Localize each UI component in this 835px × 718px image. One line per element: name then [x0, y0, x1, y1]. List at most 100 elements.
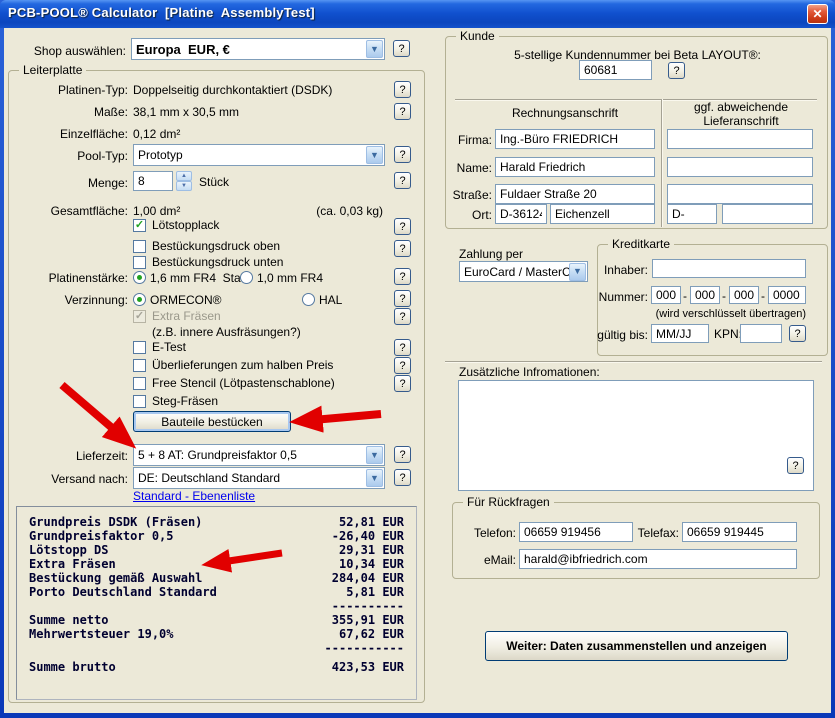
lieferzeit-select[interactable]: 5 + 8 AT: Grundpreisfaktor 0,5 ▼ [133, 444, 385, 466]
help-extra-fraesen-button[interactable]: ? [394, 308, 411, 325]
extra-fraesen-label: Extra Fräsen [152, 309, 221, 323]
kartennummer-4-input[interactable] [768, 286, 806, 304]
plz-input[interactable] [495, 204, 547, 224]
price-row: Mehrwertsteuer 19,0%67,62 EUR [29, 627, 404, 641]
price-label: Porto Deutschland Standard [29, 585, 217, 599]
firma-input[interactable] [495, 129, 655, 149]
ormecon-radio[interactable] [133, 293, 146, 306]
close-button[interactable]: ✕ [807, 4, 828, 24]
loetstopplack-checkbox[interactable]: ✓ [133, 219, 146, 232]
ebenenliste-link[interactable]: Standard - Ebenenliste [133, 489, 255, 503]
price-label: Grundpreisfaktor 0,5 [29, 529, 174, 543]
liefer-ort-input[interactable] [722, 204, 813, 224]
staerke-10-radio[interactable] [240, 271, 253, 284]
bauteile-bestuecken-button[interactable]: Bauteile bestücken [133, 411, 291, 432]
ueberlieferungen-label: Überlieferungen zum halben Preis [152, 358, 333, 372]
staerke-10-label: 1,0 mm FR4 [257, 271, 323, 285]
help-bestueckungsdruck-button[interactable]: ? [394, 240, 411, 257]
help-shop-button[interactable]: ? [393, 40, 410, 57]
weiter-button[interactable]: Weiter: Daten zusammenstellen und anzeig… [485, 631, 788, 661]
platinen-typ-value: Doppelseitig durchkontaktiert (DSDK) [133, 83, 332, 97]
kartennummer-3-input[interactable] [729, 286, 759, 304]
price-label: Grundpreis DSDK (Fräsen) [29, 515, 202, 529]
ueberlieferungen-checkbox[interactable]: ✓ [133, 359, 146, 372]
help-platinen-typ-button[interactable]: ? [394, 81, 411, 98]
price-value: -26,40 EUR [286, 529, 404, 543]
liefer-name-input[interactable] [667, 157, 813, 177]
liefer-firma-input[interactable] [667, 129, 813, 149]
zahlung-value: EuroCard / MasterCard [460, 265, 569, 279]
help-pool-typ-button[interactable]: ? [394, 146, 411, 163]
spinner-up-icon[interactable]: ▲ [176, 171, 192, 181]
staerke-16-radio[interactable] [133, 271, 146, 284]
free-stencil-checkbox[interactable]: ✓ [133, 377, 146, 390]
kpn-label: KPN: [714, 327, 742, 341]
gueltig-bis-label: gültig bis: [560, 328, 648, 342]
kpn-input[interactable] [740, 324, 782, 343]
kundennummer-input[interactable] [579, 60, 652, 80]
chevron-down-icon[interactable]: ▼ [366, 146, 383, 164]
price-row: Grundpreis DSDK (Fräsen) 52,81 EUR [29, 515, 404, 529]
lieferanschrift-header-2: Lieferanschrift [666, 114, 816, 128]
help-platinenstaerke-button[interactable]: ? [394, 268, 411, 285]
strasse-input[interactable] [495, 184, 655, 204]
einzelflaeche-value: 0,12 dm² [133, 127, 180, 141]
help-menge-button[interactable]: ? [394, 172, 411, 189]
help-free-stencil-button[interactable]: ? [394, 375, 411, 392]
spinner-down-icon[interactable]: ▼ [176, 181, 192, 191]
zusatz-textarea[interactable] [458, 380, 814, 491]
menge-input[interactable] [133, 171, 173, 191]
gueltig-bis-input[interactable] [651, 324, 709, 343]
chevron-down-icon[interactable]: ▼ [366, 446, 383, 464]
inhaber-input[interactable] [652, 259, 806, 278]
gewicht-label: (ca. 0,03 kg) [285, 204, 383, 218]
kartennummer-2-input[interactable] [690, 286, 720, 304]
strasse-label: Straße: [437, 188, 492, 202]
staerke-16-label: 1,6 mm FR4 Sta [150, 271, 241, 285]
email-input[interactable] [519, 549, 797, 569]
pool-typ-select[interactable]: Prototyp ▼ [133, 144, 385, 166]
chevron-down-icon[interactable]: ▼ [366, 469, 383, 487]
telefon-input[interactable] [519, 522, 633, 542]
menge-stepper[interactable]: ▲ ▼ [176, 171, 192, 191]
kartennummer-1-input[interactable] [651, 286, 681, 304]
bestueckungsdruck-oben-checkbox[interactable]: ✓ [133, 240, 146, 253]
help-verzinnung-button[interactable]: ? [394, 290, 411, 307]
liefer-plz-input[interactable] [667, 204, 717, 224]
name-input[interactable] [495, 157, 655, 177]
hal-radio[interactable] [302, 293, 315, 306]
help-kpn-button[interactable]: ? [789, 325, 806, 342]
verzinnung-label: Verzinnung: [10, 293, 128, 307]
help-etest-button[interactable]: ? [394, 339, 411, 356]
price-row: Lötstopp DS29,31 EUR [29, 543, 404, 557]
price-row: Bestückung gemäß Auswahl284,04 EUR [29, 571, 404, 585]
help-ueberlieferungen-button[interactable]: ? [394, 357, 411, 374]
titlebar[interactable]: PCB-POOL® Calculator [Platine AssemblyTe… [0, 0, 835, 28]
price-separator: ---------- [29, 599, 404, 613]
price-value: 29,31 EUR [286, 543, 404, 557]
gesamtflaeche-value: 1,00 dm² [133, 204, 180, 218]
etest-label: E-Test [152, 340, 186, 354]
help-kundennummer-button[interactable]: ? [668, 62, 685, 79]
shop-select[interactable]: Europa EUR, € ▼ [131, 38, 385, 60]
radio-dot [137, 275, 142, 280]
help-lieferzeit-button[interactable]: ? [394, 446, 411, 463]
help-versand-button[interactable]: ? [394, 469, 411, 486]
nummer-separator: - [722, 289, 726, 303]
ort-input[interactable] [550, 204, 655, 224]
versand-select[interactable]: DE: Deutschland Standard ▼ [133, 467, 385, 489]
bestueckungsdruck-unten-checkbox[interactable]: ✓ [133, 256, 146, 269]
window-title: PCB-POOL® Calculator [Platine AssemblyTe… [8, 5, 315, 20]
help-zusatz-button[interactable]: ? [787, 457, 804, 474]
liefer-strasse-input[interactable] [667, 184, 813, 204]
platinen-typ-label: Platinen-Typ: [10, 83, 128, 97]
help-loetstopplack-button[interactable]: ? [394, 218, 411, 235]
steg-fraesen-checkbox[interactable]: ✓ [133, 395, 146, 408]
price-value: 52,81 EUR [286, 515, 404, 529]
chevron-down-icon[interactable]: ▼ [366, 40, 383, 58]
price-row: Grundpreisfaktor 0,5 -26,40 EUR [29, 529, 404, 543]
chevron-glyph: ▼ [370, 151, 379, 160]
etest-checkbox[interactable]: ✓ [133, 341, 146, 354]
telefax-input[interactable] [682, 522, 797, 542]
help-masse-button[interactable]: ? [394, 103, 411, 120]
